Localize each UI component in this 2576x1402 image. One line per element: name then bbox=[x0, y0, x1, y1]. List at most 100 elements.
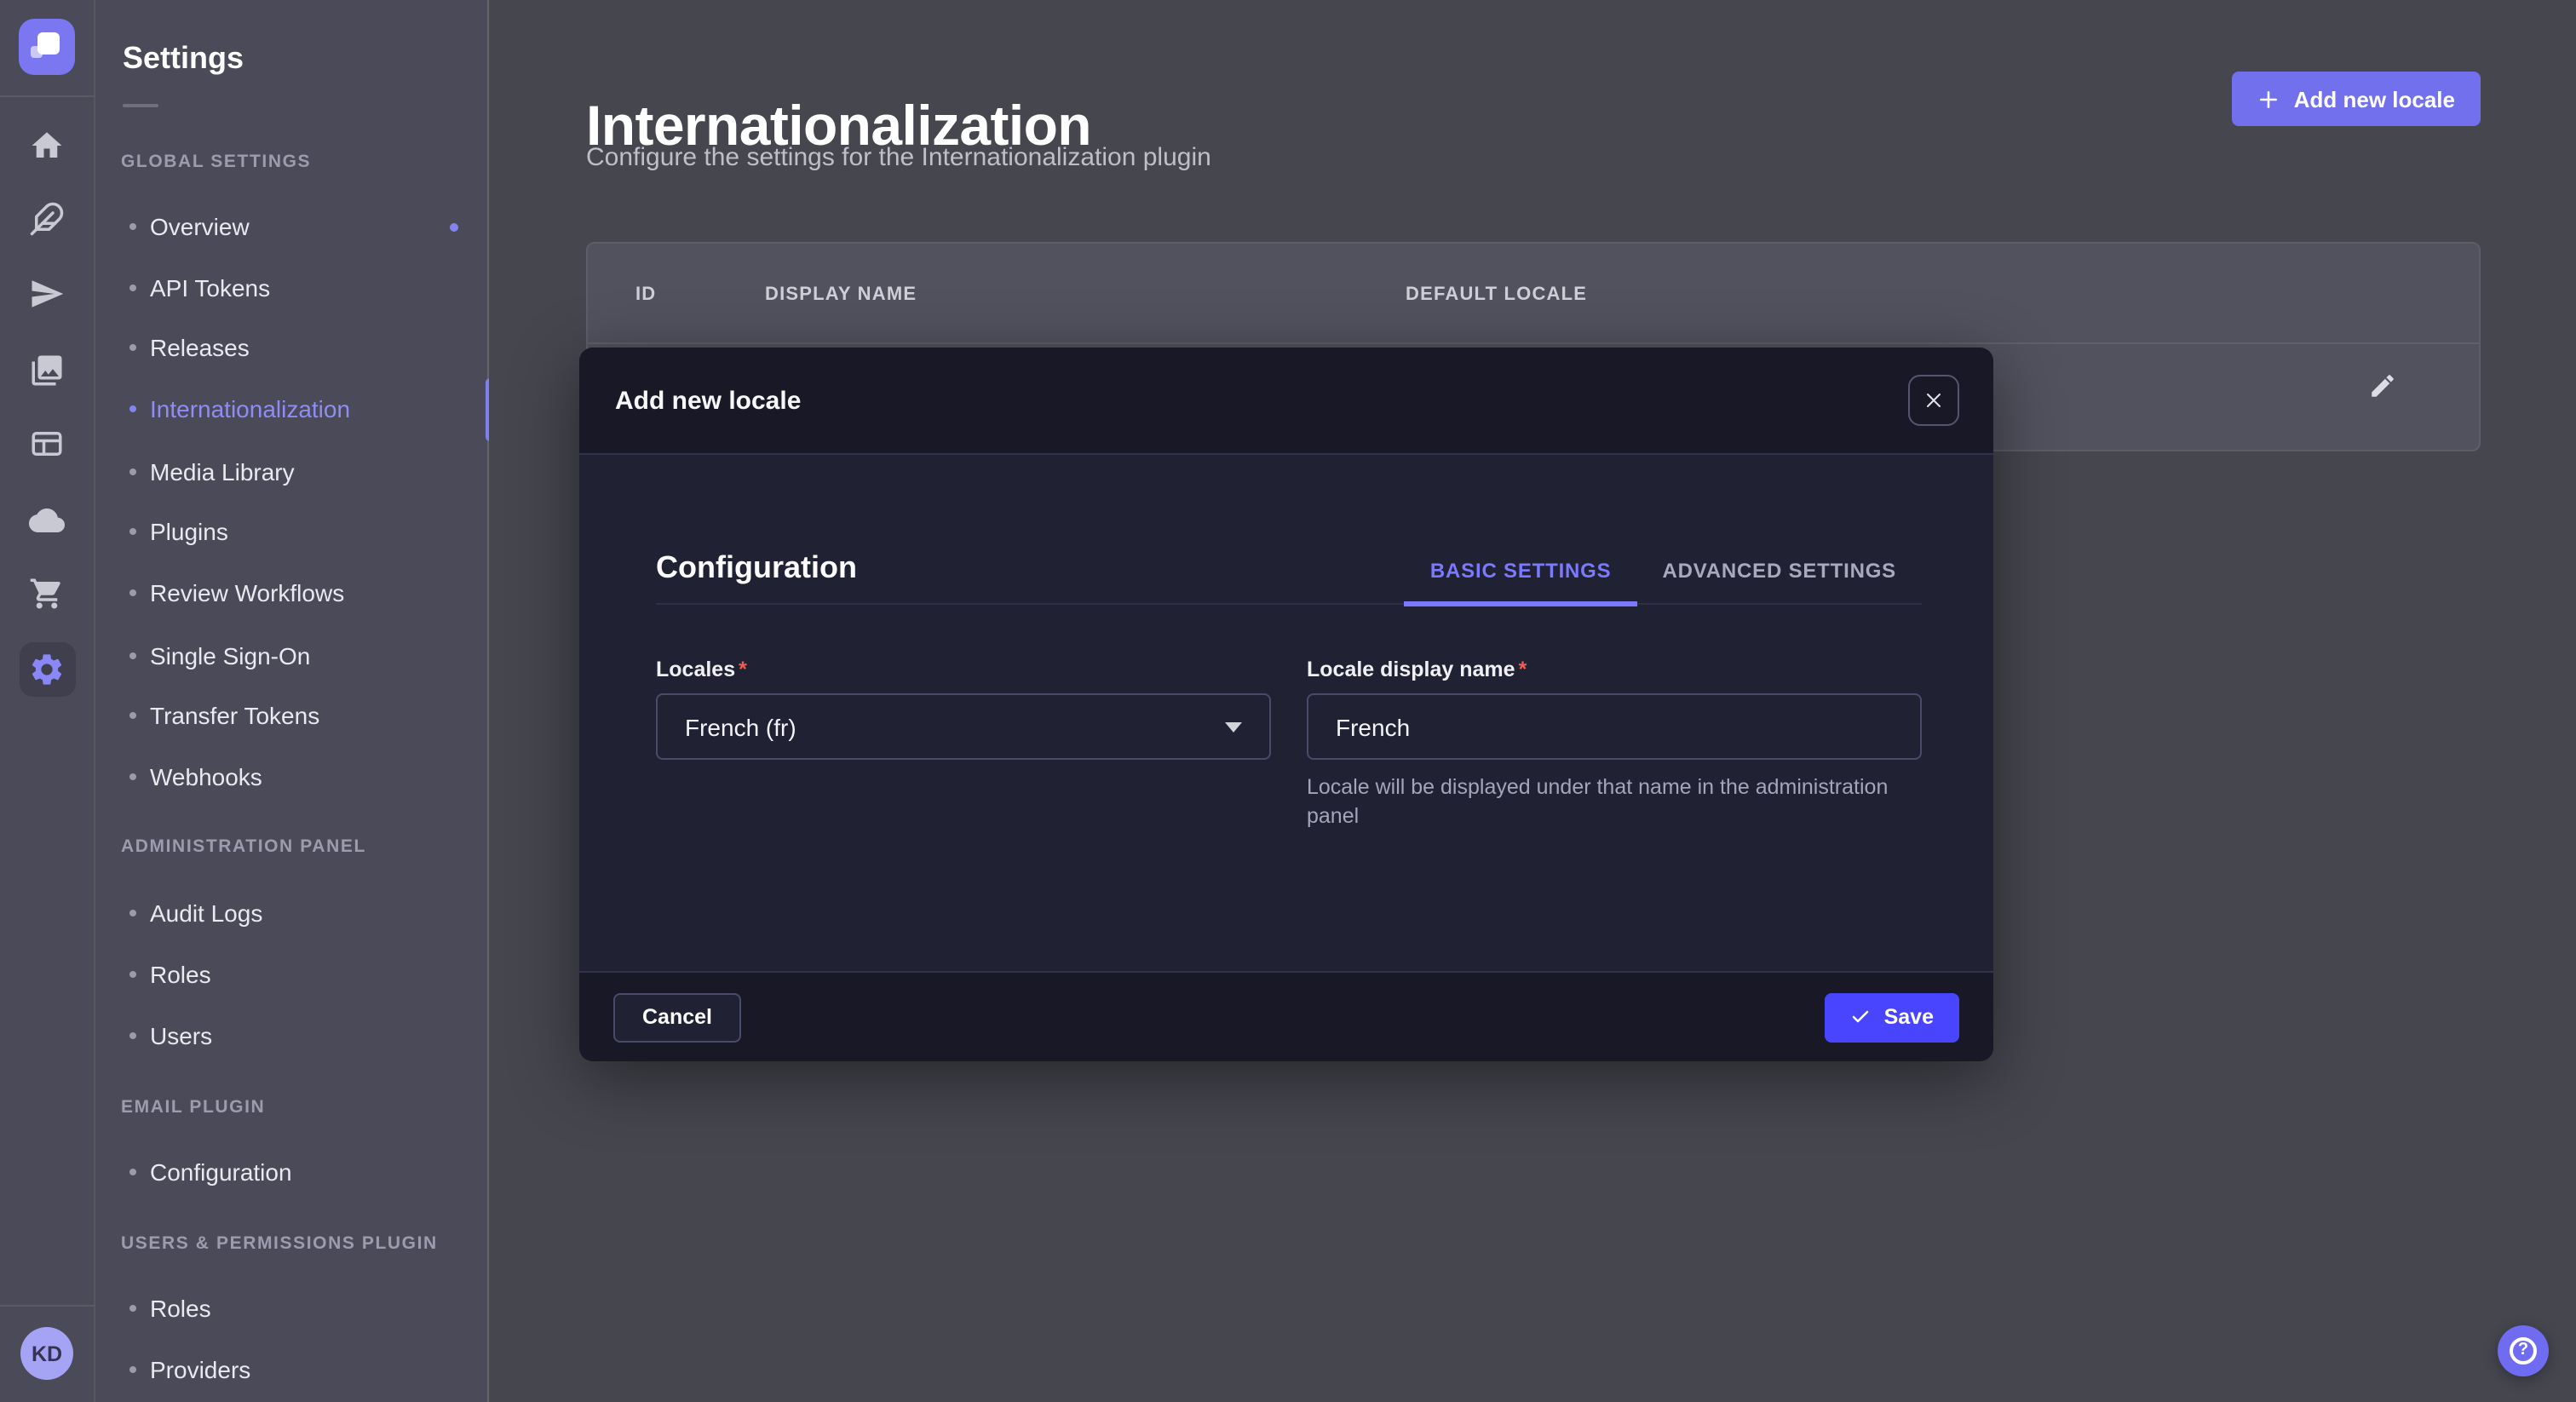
help-button[interactable]: ? bbox=[2498, 1325, 2549, 1376]
bullet-icon bbox=[129, 773, 136, 780]
cloud-icon[interactable] bbox=[23, 496, 71, 543]
bullet-icon bbox=[129, 971, 136, 978]
settings-tabs: BASIC SETTINGS ADVANCED SETTINGS bbox=[1405, 559, 1922, 603]
sidebar-item-api-tokens[interactable]: API Tokens bbox=[95, 257, 487, 319]
sidebar-item-users[interactable]: Users bbox=[95, 1005, 487, 1066]
sidebar-item-releases[interactable]: Releases bbox=[95, 317, 487, 378]
configuration-header-row: Configuration BASIC SETTINGS ADVANCED SE… bbox=[656, 455, 1922, 605]
main-nav-rail: KD bbox=[0, 0, 95, 1402]
add-new-locale-label: Add new locale bbox=[2294, 86, 2455, 112]
sidebar-item-webhooks[interactable]: Webhooks bbox=[95, 746, 487, 807]
subnav-title-divider bbox=[123, 104, 158, 107]
page-subtitle: Configure the settings for the Internati… bbox=[586, 143, 1211, 172]
notification-dot bbox=[450, 222, 458, 231]
display-name-input[interactable] bbox=[1307, 693, 1922, 760]
sidebar-item-roles[interactable]: Roles bbox=[95, 944, 487, 1005]
chevron-down-icon bbox=[1225, 721, 1242, 732]
bullet-icon bbox=[129, 589, 136, 596]
content-feather-icon[interactable] bbox=[23, 194, 71, 242]
strapi-logo[interactable] bbox=[19, 19, 75, 75]
sidebar-item-label: Roles bbox=[150, 961, 211, 988]
sidebar-item-media-library[interactable]: Media Library bbox=[95, 441, 487, 503]
sidebar-item-plugins[interactable]: Plugins bbox=[95, 501, 487, 562]
bullet-icon bbox=[129, 1032, 136, 1039]
marketplace-cart-icon[interactable] bbox=[23, 569, 71, 617]
pencil-icon bbox=[2368, 371, 2397, 400]
settings-gear-icon[interactable] bbox=[19, 642, 75, 697]
subnav-title: Settings bbox=[123, 41, 244, 77]
bullet-icon bbox=[129, 652, 136, 659]
sidebar-item-label: Single Sign-On bbox=[150, 642, 310, 669]
configuration-heading: Configuration bbox=[656, 550, 857, 603]
display-name-field-label: Locale display name* bbox=[1307, 658, 1922, 681]
sidebar-item-transfer-tokens[interactable]: Transfer Tokens bbox=[95, 685, 487, 746]
sidebar-item-label: Webhooks bbox=[150, 763, 262, 790]
save-button-label: Save bbox=[1884, 1005, 1934, 1029]
sidebar-item-label: Overview bbox=[150, 213, 250, 240]
tab-basic-settings[interactable]: BASIC SETTINGS bbox=[1405, 559, 1637, 606]
rail-bottom-divider bbox=[0, 1305, 95, 1307]
home-icon[interactable] bbox=[23, 121, 71, 169]
column-header-display-name: DISPLAY NAME bbox=[765, 284, 917, 305]
modal-title: Add new locale bbox=[615, 386, 801, 415]
nav-section-label: GLOBAL SETTINGS bbox=[121, 152, 311, 172]
bullet-icon bbox=[129, 1169, 136, 1175]
app-root: KD Settings GLOBAL SETTINGS Overview API T… bbox=[0, 0, 2576, 1402]
sidebar-item-overview[interactable]: Overview bbox=[95, 196, 487, 257]
table-header-divider bbox=[588, 342, 2479, 344]
bullet-icon bbox=[129, 405, 136, 412]
sidebar-item-label: Internationalization bbox=[150, 395, 350, 422]
modal-footer: Cancel Save bbox=[579, 971, 1993, 1061]
bullet-icon bbox=[129, 468, 136, 475]
modal-close-button[interactable] bbox=[1908, 375, 1959, 426]
save-button[interactable]: Save bbox=[1825, 992, 1959, 1042]
plus-icon bbox=[2258, 88, 2280, 110]
bullet-icon bbox=[129, 910, 136, 916]
locales-field: Locales* French (fr) bbox=[656, 658, 1271, 830]
display-name-label-text: Locale display name bbox=[1307, 658, 1515, 681]
add-new-locale-button[interactable]: Add new locale bbox=[2233, 72, 2481, 126]
sidebar-item-label: Releases bbox=[150, 334, 250, 361]
content-type-builder-icon[interactable] bbox=[23, 419, 71, 467]
tab-advanced-settings[interactable]: ADVANCED SETTINGS bbox=[1636, 559, 1922, 606]
close-icon bbox=[1923, 390, 1944, 411]
sidebar-item-audit-logs[interactable]: Audit Logs bbox=[95, 882, 487, 944]
sidebar-item-label: Review Workflows bbox=[150, 579, 344, 606]
sidebar-item-roles[interactable]: Roles bbox=[95, 1278, 487, 1339]
sidebar-item-single-sign-on[interactable]: Single Sign-On bbox=[95, 625, 487, 687]
locales-select[interactable]: French (fr) bbox=[656, 693, 1271, 760]
edit-locale-button[interactable] bbox=[2368, 371, 2397, 400]
required-asterisk: * bbox=[1519, 658, 1527, 681]
sidebar-item-configuration[interactable]: Configuration bbox=[95, 1141, 487, 1203]
locales-label-text: Locales bbox=[656, 658, 735, 681]
display-name-hint: Locale will be displayed under that name… bbox=[1307, 773, 1922, 830]
sidebar-item-internationalization[interactable]: Internationalization bbox=[95, 378, 487, 440]
sidebar-item-label: Configuration bbox=[150, 1158, 292, 1186]
bullet-icon bbox=[129, 1366, 136, 1373]
modal-header: Add new locale bbox=[579, 348, 1993, 455]
sidebar-item-label: Roles bbox=[150, 1295, 211, 1322]
form-fields-row: Locales* French (fr) Locale display name… bbox=[656, 658, 1922, 830]
cancel-button[interactable]: Cancel bbox=[613, 992, 741, 1042]
sidebar-item-label: Media Library bbox=[150, 458, 295, 486]
user-avatar[interactable]: KD bbox=[20, 1327, 73, 1380]
bullet-icon bbox=[129, 344, 136, 351]
required-asterisk: * bbox=[739, 658, 747, 681]
sidebar-item-label: API Tokens bbox=[150, 274, 270, 302]
modal-body: Configuration BASIC SETTINGS ADVANCED SE… bbox=[579, 455, 1993, 971]
sidebar-item-label: Providers bbox=[150, 1356, 250, 1383]
column-header-default-locale: DEFAULT LOCALE bbox=[1406, 284, 1587, 305]
settings-subnav: Settings GLOBAL SETTINGS Overview API Toke… bbox=[95, 0, 489, 1402]
sidebar-item-review-workflows[interactable]: Review Workflows bbox=[95, 562, 487, 623]
nav-section-label: ADMINISTRATION PANEL bbox=[121, 836, 366, 857]
media-library-icon[interactable] bbox=[23, 346, 71, 394]
sidebar-item-label: Users bbox=[150, 1022, 212, 1049]
bullet-icon bbox=[129, 1305, 136, 1312]
paper-plane-icon[interactable] bbox=[23, 269, 71, 317]
sidebar-item-providers[interactable]: Providers bbox=[95, 1339, 487, 1400]
add-locale-modal: Add new locale Configuration BASIC SETTI… bbox=[579, 348, 1993, 1061]
sidebar-item-label: Audit Logs bbox=[150, 899, 262, 927]
display-name-field: Locale display name* Locale will be disp… bbox=[1307, 658, 1922, 830]
column-header-id: ID bbox=[635, 284, 656, 305]
sidebar-item-label: Plugins bbox=[150, 518, 228, 545]
